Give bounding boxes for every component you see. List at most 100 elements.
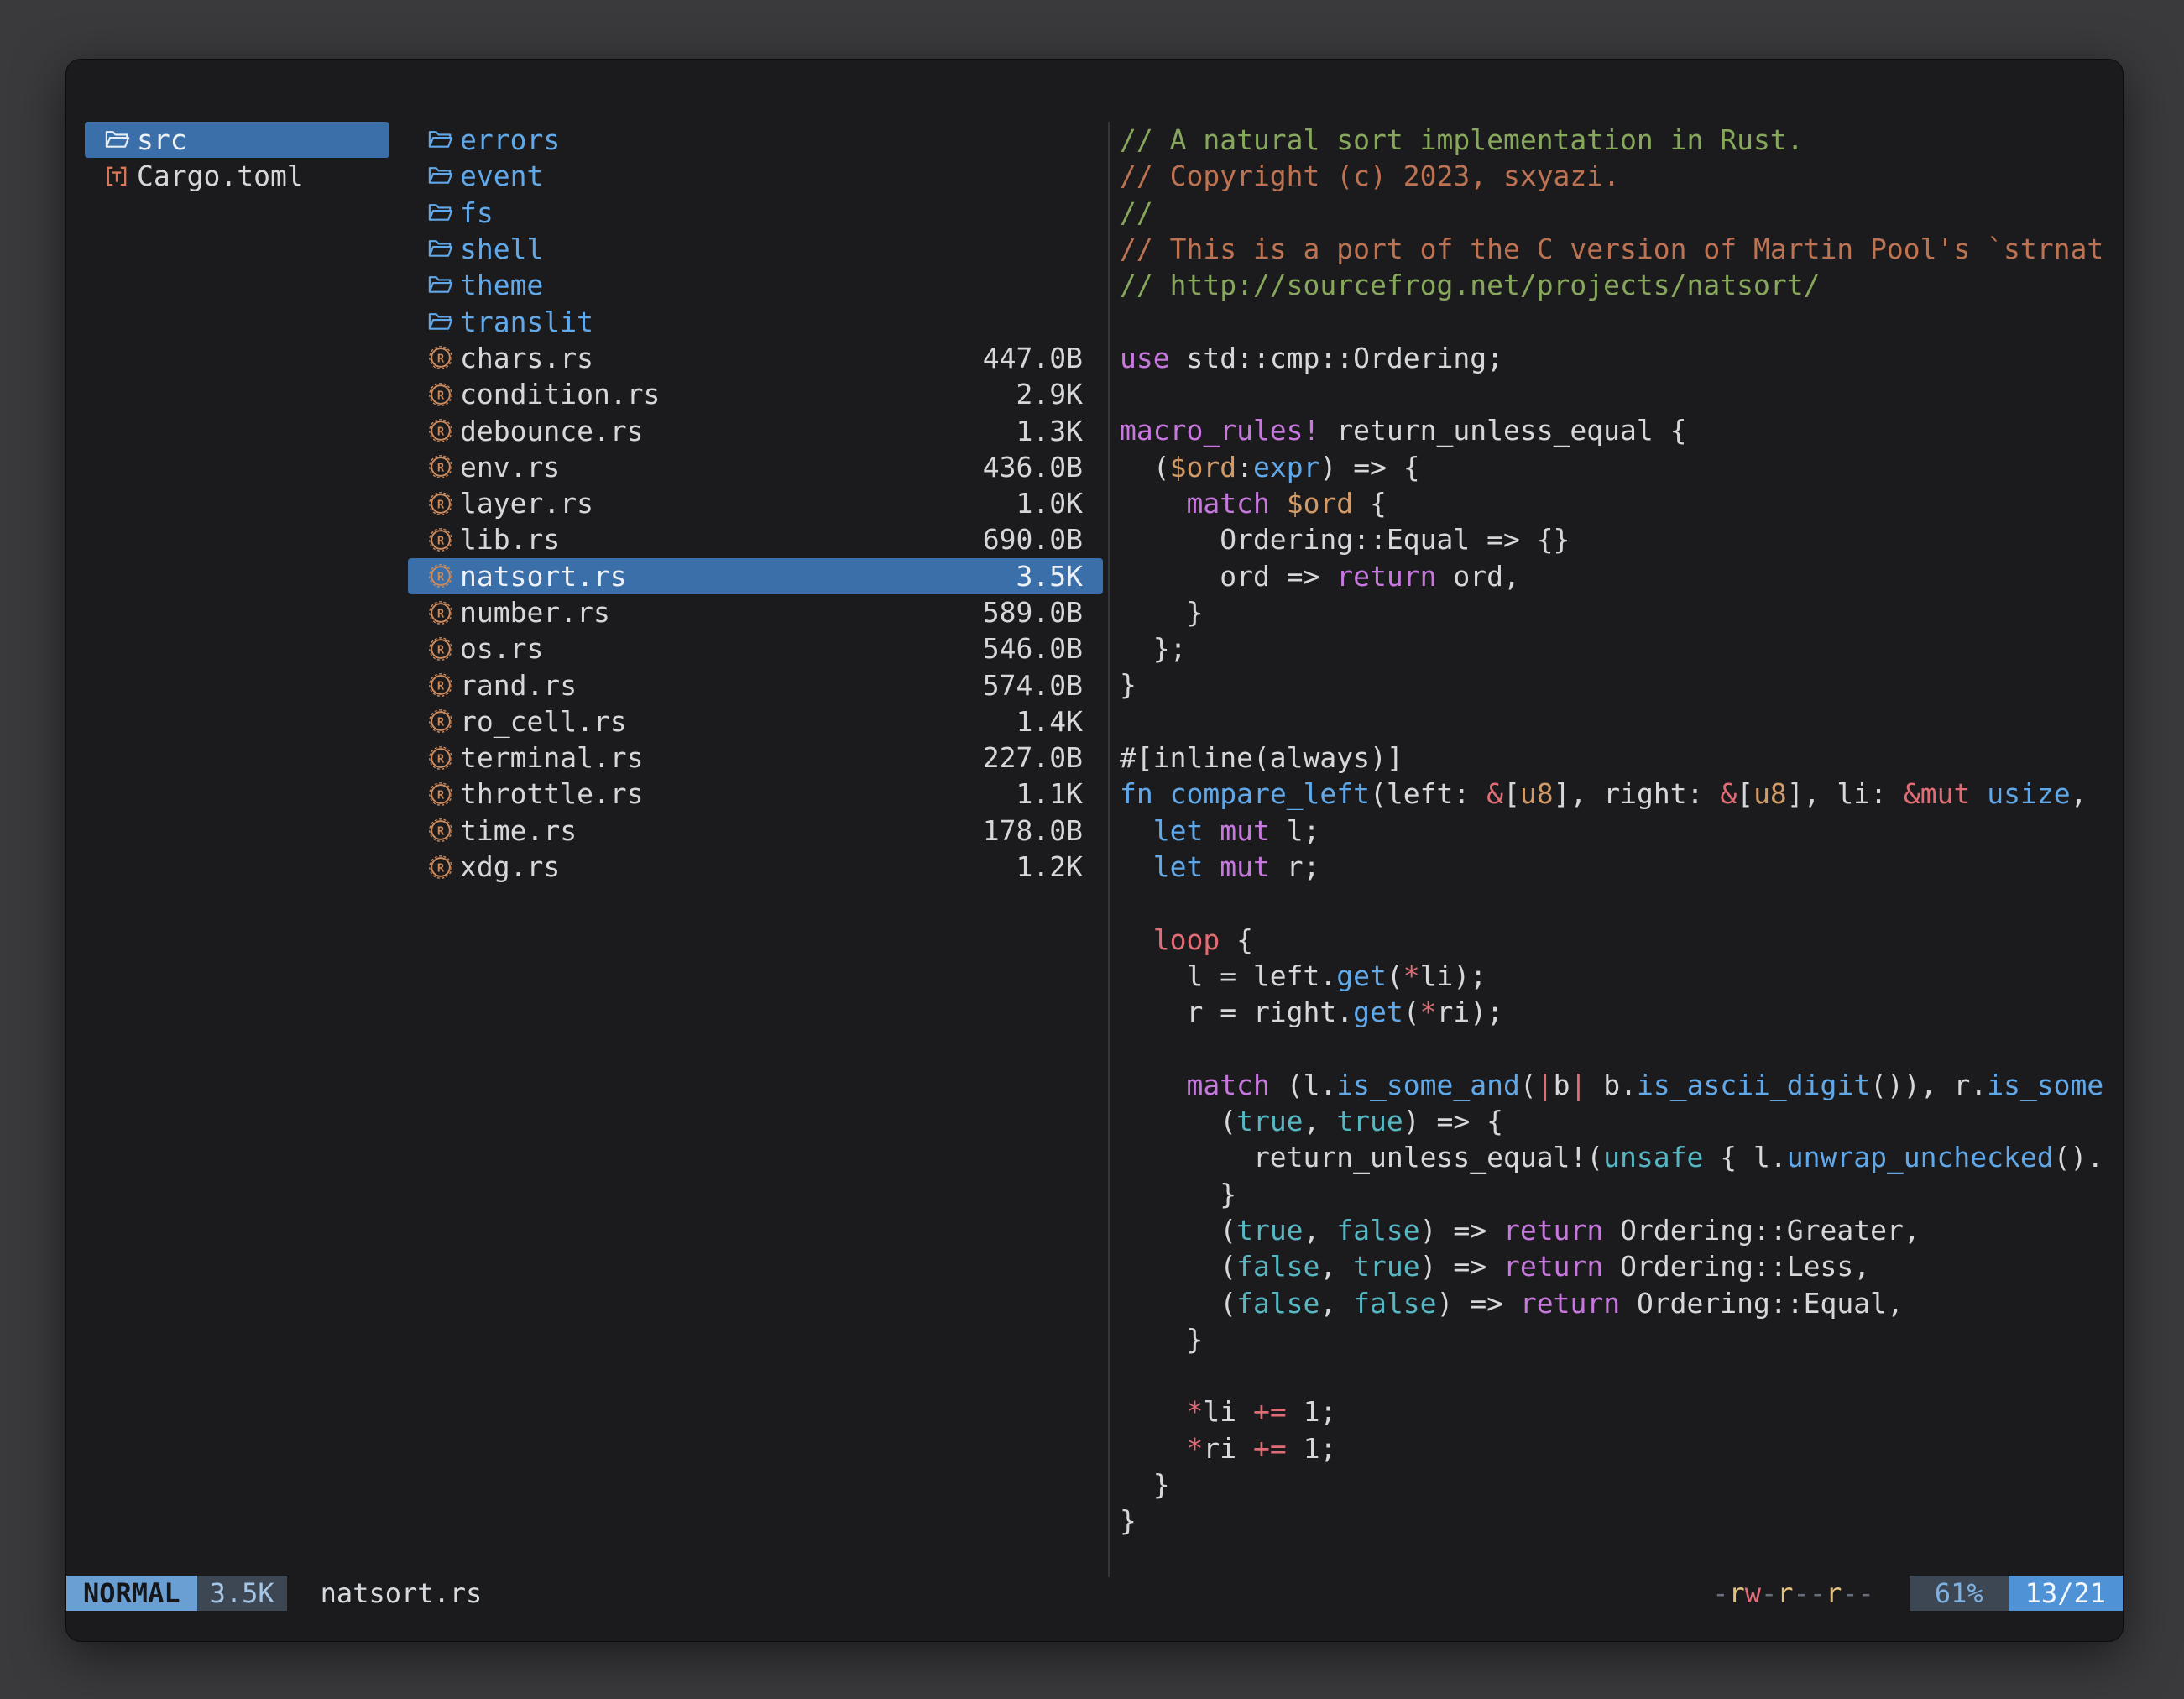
entry-size: 1.1K: [1016, 777, 1103, 810]
file-preview-pane: // A natural sort implementation in Rust…: [1120, 122, 2119, 1582]
code-line: // This is a port of the C version of Ma…: [1120, 231, 2119, 267]
dir-row[interactable]: theme: [408, 267, 1103, 303]
code-line: }: [1120, 594, 2119, 630]
entry-size: 2.9K: [1016, 378, 1103, 410]
svg-text:R: R: [437, 389, 445, 402]
entry-name: natsort.rs: [460, 560, 627, 593]
svg-text:R: R: [437, 498, 445, 511]
entry-name: shell: [460, 233, 543, 265]
code-line: Ordering::Equal => {}: [1120, 521, 2119, 557]
dir-row[interactable]: event: [408, 158, 1103, 194]
folder-icon: [428, 129, 460, 150]
entry-name: theme: [460, 269, 543, 301]
svg-text:R: R: [437, 861, 445, 875]
file-row[interactable]: Rnatsort.rs3.5K: [408, 558, 1103, 594]
entry-name: ro_cell.rs: [460, 705, 627, 738]
svg-text:R: R: [437, 462, 445, 475]
entry-size: 546.0B: [983, 632, 1103, 665]
file-row[interactable]: Rxdg.rs1.2K: [408, 849, 1103, 885]
terminal-window: srcCargo.toml errorseventfsshell themetra…: [65, 59, 2124, 1642]
rust-icon: R: [428, 382, 460, 407]
dir-row[interactable]: shell: [408, 231, 1103, 267]
code-line: r = right.get(*ri);: [1120, 994, 2119, 1030]
code-line: *li += 1;: [1120, 1393, 2119, 1430]
file-row[interactable]: Rrand.rs574.0B: [408, 667, 1103, 703]
svg-text:R: R: [437, 788, 445, 802]
file-row[interactable]: Rterminal.rs 227.0B: [408, 740, 1103, 776]
code-line: [1120, 885, 2119, 921]
rust-icon: R: [428, 636, 460, 661]
file-row[interactable]: Rnumber.rs589.0B: [408, 594, 1103, 630]
rust-icon: R: [428, 345, 460, 370]
folder-icon: [428, 165, 460, 186]
cursor-position-badge: 13/21: [2009, 1576, 2123, 1611]
rust-icon: R: [428, 782, 460, 807]
code-line: match $ord {: [1120, 485, 2119, 521]
entry-name: src: [137, 123, 187, 156]
rust-icon: R: [428, 672, 460, 698]
svg-text:R: R: [437, 680, 445, 693]
code-line: ord => return ord,: [1120, 558, 2119, 594]
code-line: ($ord:expr) => {: [1120, 449, 2119, 485]
file-row[interactable]: Rlib.rs690.0B: [408, 521, 1103, 557]
entry-size: 1.0K: [1016, 487, 1103, 520]
current-directory-pane: errorseventfsshellthemetranslitRchars.rs…: [408, 122, 1103, 885]
entry-size: 1.4K: [1016, 705, 1103, 738]
rust-icon: R: [428, 418, 460, 443]
file-row[interactable]: Ros.rs546.0B: [408, 630, 1103, 667]
rust-icon: R: [428, 818, 460, 843]
file-row[interactable]: Cargo.toml: [85, 158, 389, 194]
rust-icon: R: [428, 491, 460, 516]
entry-size: 1.3K: [1016, 415, 1103, 447]
file-row[interactable]: Rchars.rs 447.0B: [408, 340, 1103, 376]
file-row[interactable]: Rcondition.rs 2.9K: [408, 376, 1103, 412]
code-line: fn compare_left(left: &[u8], right: &[u8…: [1120, 776, 2119, 812]
entry-name: event: [460, 159, 543, 192]
entry-size: 447.0B: [983, 342, 1103, 374]
file-row[interactable]: Renv.rs436.0B: [408, 449, 1103, 485]
dir-row[interactable]: src: [85, 122, 389, 158]
dir-row[interactable]: errors: [408, 122, 1103, 158]
code-line: (false, true) => return Ordering::Less,: [1120, 1248, 2119, 1284]
entry-name: Cargo.toml: [137, 159, 304, 192]
entry-name: layer.rs: [460, 487, 593, 520]
code-line: [1120, 303, 2119, 339]
code-line: (true, true) => {: [1120, 1103, 2119, 1139]
parent-directory-pane: srcCargo.toml: [85, 122, 389, 195]
rust-icon: R: [428, 563, 460, 588]
code-line: l = left.get(*li);: [1120, 958, 2119, 994]
entry-name: env.rs: [460, 451, 560, 484]
dir-row[interactable]: fs: [408, 195, 1103, 231]
svg-text:R: R: [437, 752, 445, 766]
code-line: [1120, 703, 2119, 740]
file-row[interactable]: Rtime.rs178.0B: [408, 813, 1103, 849]
file-row[interactable]: Rro_cell.rs 1.4K: [408, 703, 1103, 740]
statusbar-spacer: [482, 1576, 1712, 1611]
folder-icon: [105, 129, 137, 150]
entry-name: errors: [460, 123, 560, 156]
code-line: (false, false) => return Ordering::Equal…: [1120, 1285, 2119, 1321]
entry-size: 227.0B: [983, 741, 1103, 774]
entry-name: condition.rs: [460, 378, 660, 410]
folder-icon: [428, 311, 460, 332]
dir-row[interactable]: translit: [408, 303, 1103, 339]
code-line: use std::cmp::Ordering;: [1120, 340, 2119, 376]
file-row[interactable]: Rthrottle.rs1.1K: [408, 776, 1103, 812]
rust-icon: R: [428, 745, 460, 771]
code-line: let mut l;: [1120, 813, 2119, 849]
file-row[interactable]: Rdebounce.rs1.3K: [408, 412, 1103, 448]
code-line: return_unless_equal!(unsafe { l.unwrap_u…: [1120, 1139, 2119, 1175]
svg-text:R: R: [437, 716, 445, 729]
entry-size: 589.0B: [983, 596, 1103, 629]
entry-name: chars.rs: [460, 342, 593, 374]
scroll-percent-badge: 61%: [1910, 1576, 2009, 1611]
filename-label: natsort.rs: [321, 1576, 483, 1611]
entry-name: terminal.rs: [460, 741, 644, 774]
code-line: //: [1120, 195, 2119, 231]
folder-icon: [428, 202, 460, 223]
svg-text:R: R: [437, 571, 445, 584]
file-row[interactable]: Rlayer.rs 1.0K: [408, 485, 1103, 521]
code-line: match (l.is_some_and(|b| b.is_ascii_digi…: [1120, 1067, 2119, 1103]
rust-icon: R: [428, 600, 460, 625]
code-line: }: [1120, 1466, 2119, 1503]
